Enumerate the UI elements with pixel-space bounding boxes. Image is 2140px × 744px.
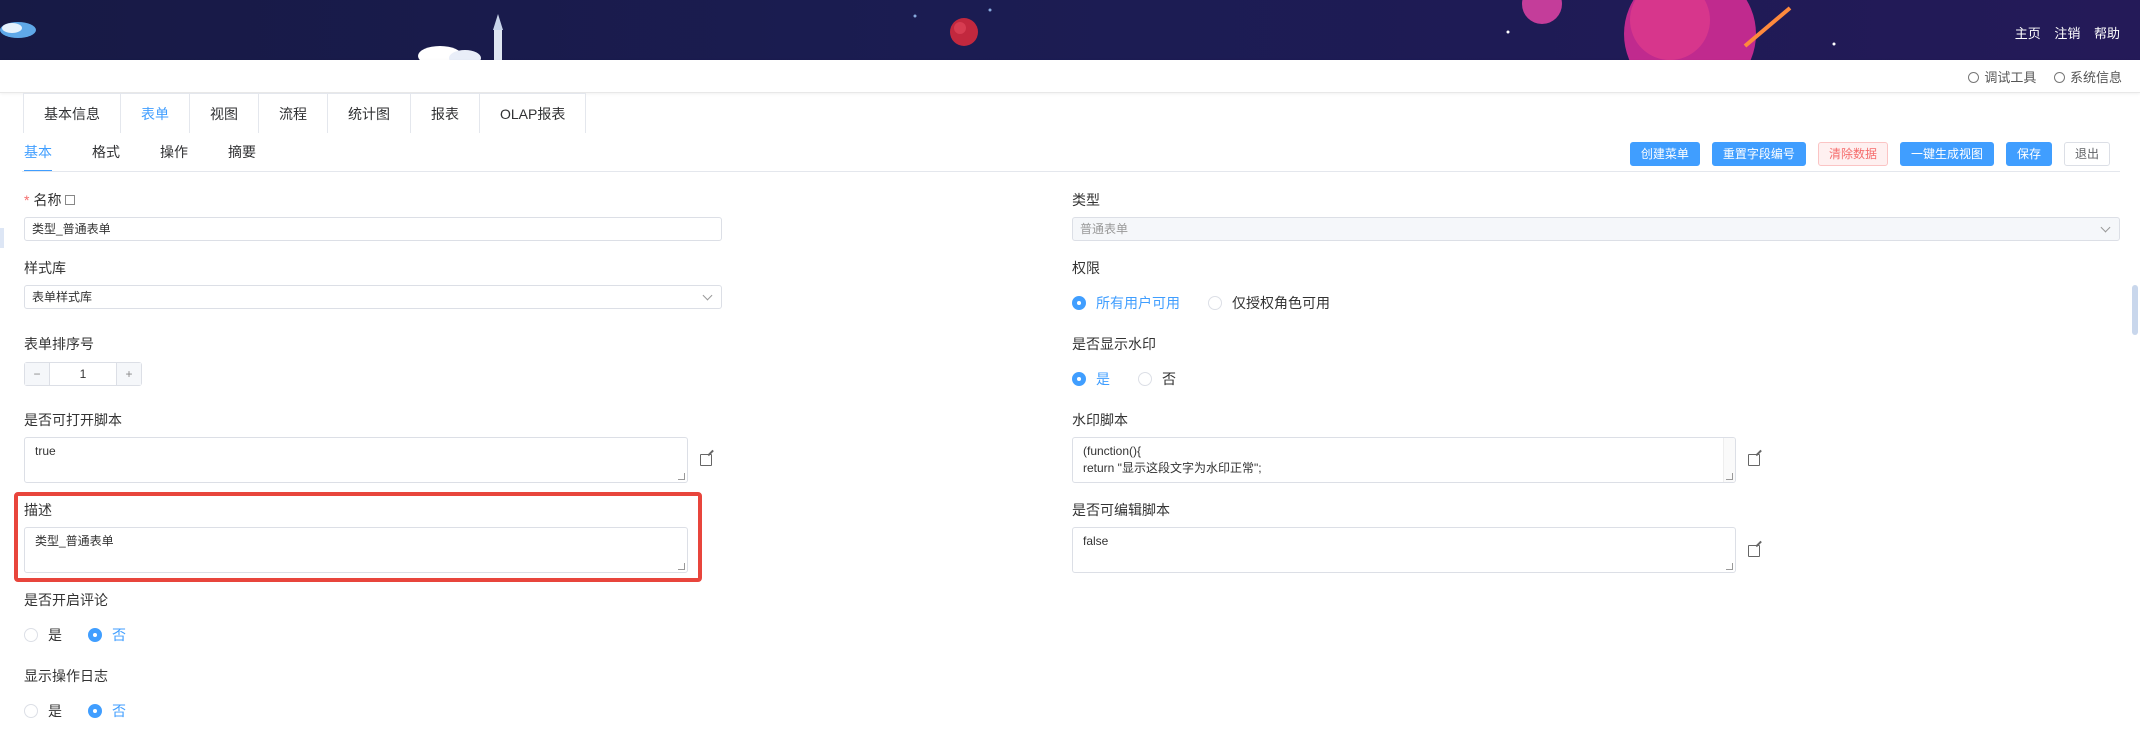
name-label-text: 名称 bbox=[33, 192, 62, 208]
tab-view[interactable]: 视图 bbox=[189, 93, 259, 133]
gear-icon bbox=[1968, 72, 1980, 83]
permission-all-label: 所有用户可用 bbox=[1096, 295, 1180, 311]
subtabs-divider bbox=[22, 171, 2120, 172]
left-edge-marker bbox=[0, 228, 4, 248]
edit-icon[interactable] bbox=[700, 454, 712, 466]
copy-icon[interactable] bbox=[65, 195, 76, 205]
permission-role-label: 仅授权角色可用 bbox=[1232, 295, 1330, 311]
sub-tabs: 基本 格式 操作 摘要 bbox=[24, 133, 296, 172]
save-button[interactable]: 保存 bbox=[2005, 142, 2052, 166]
subtab-format[interactable]: 格式 bbox=[92, 133, 120, 172]
tab-form[interactable]: 表单 bbox=[120, 93, 190, 133]
edit-script-textarea[interactable]: false bbox=[1072, 527, 1736, 573]
page-scrollbar[interactable] bbox=[2132, 285, 2138, 335]
sort-stepper: − 1 + bbox=[24, 362, 142, 386]
tab-olap-report[interactable]: OLAP报表 bbox=[479, 93, 587, 133]
type-label: 类型 bbox=[1072, 192, 1100, 208]
radio-circle-icon bbox=[1138, 372, 1152, 386]
main-tabs: 基本信息 表单 视图 流程 统计图 报表 OLAP报表 bbox=[23, 93, 587, 133]
type-value: 普通表单 bbox=[1080, 222, 1129, 236]
comment-yes-radio[interactable]: 是 bbox=[24, 625, 62, 645]
chevron-down-icon bbox=[2100, 222, 2111, 233]
name-input[interactable]: 类型_普通表单 bbox=[24, 217, 722, 241]
subtab-summary[interactable]: 摘要 bbox=[228, 133, 256, 172]
chevron-down-icon bbox=[702, 290, 713, 301]
tab-report[interactable]: 报表 bbox=[410, 93, 480, 133]
type-select[interactable]: 普通表单 bbox=[1072, 217, 2120, 241]
sort-value-input[interactable]: 1 bbox=[49, 363, 117, 385]
open-script-value: true bbox=[35, 444, 56, 458]
radio-checked-icon bbox=[1072, 372, 1086, 386]
watermark-label: 是否显示水印 bbox=[1072, 336, 1156, 352]
resize-handle-icon[interactable] bbox=[1726, 473, 1733, 480]
create-menu-button[interactable]: 创建菜单 bbox=[1629, 142, 1700, 166]
resize-handle-icon[interactable] bbox=[1726, 563, 1733, 570]
radio-checked-icon bbox=[1072, 296, 1086, 310]
radio-circle-icon bbox=[1208, 296, 1222, 310]
home-link[interactable]: 主页 bbox=[2015, 26, 2041, 41]
open-script-label: 是否可打开脚本 bbox=[24, 412, 122, 428]
radio-checked-icon bbox=[88, 704, 102, 718]
watermark-script-value: (function(){ return "显示这段文字为水印正常"; bbox=[1083, 444, 1262, 475]
banner-artwork bbox=[0, 0, 1836, 60]
oplog-yes-label: 是 bbox=[48, 703, 62, 719]
tab-chart[interactable]: 统计图 bbox=[327, 93, 411, 133]
edit-script-value: false bbox=[1083, 534, 1109, 548]
system-info-label: 系统信息 bbox=[2069, 70, 2122, 85]
clear-data-button[interactable]: 清除数据 bbox=[1817, 142, 1888, 166]
logout-link[interactable]: 注销 bbox=[2054, 26, 2080, 41]
watermark-no-radio[interactable]: 否 bbox=[1138, 369, 1176, 389]
style-lib-label: 样式库 bbox=[24, 260, 66, 276]
comment-no-label: 否 bbox=[112, 627, 126, 643]
edit-icon[interactable] bbox=[1748, 545, 1760, 557]
subtab-basic[interactable]: 基本 bbox=[24, 133, 52, 172]
tab-flow[interactable]: 流程 bbox=[258, 93, 328, 133]
radio-circle-icon bbox=[24, 704, 38, 718]
exit-button[interactable]: 退出 bbox=[2063, 142, 2110, 166]
edit-icon[interactable] bbox=[1748, 454, 1760, 466]
watermark-yes-label: 是 bbox=[1096, 371, 1110, 387]
edit-script-label: 是否可编辑脚本 bbox=[1072, 502, 1170, 518]
oplog-no-radio[interactable]: 否 bbox=[88, 701, 126, 721]
open-script-textarea[interactable]: true bbox=[24, 437, 688, 483]
settings-icon bbox=[2053, 72, 2065, 83]
radio-checked-icon bbox=[88, 628, 102, 642]
desc-textarea[interactable]: 类型_普通表单 bbox=[24, 527, 688, 573]
resize-handle-icon[interactable] bbox=[678, 473, 685, 480]
comment-yes-label: 是 bbox=[48, 627, 62, 643]
system-info-button[interactable]: 系统信息 bbox=[2053, 70, 2122, 85]
watermark-no-label: 否 bbox=[1162, 371, 1176, 387]
action-bar: 创建菜单 重置字段编号 清除数据 一键生成视图 保存 退出 bbox=[1618, 142, 2110, 166]
desc-value: 类型_普通表单 bbox=[35, 534, 114, 548]
decrement-button[interactable]: − bbox=[25, 363, 49, 385]
generate-view-button[interactable]: 一键生成视图 bbox=[1899, 142, 1994, 166]
permission-all-radio[interactable]: 所有用户可用 bbox=[1072, 293, 1180, 313]
subtab-operation[interactable]: 操作 bbox=[160, 133, 188, 172]
oplog-no-label: 否 bbox=[112, 703, 126, 719]
radio-circle-icon bbox=[24, 628, 38, 642]
tool-bar: 调试工具 系统信息 bbox=[0, 60, 2140, 93]
style-lib-value: 表单样式库 bbox=[32, 290, 93, 304]
oplog-yes-radio[interactable]: 是 bbox=[24, 701, 62, 721]
watermark-script-label: 水印脚本 bbox=[1072, 412, 1128, 428]
resize-handle-icon[interactable] bbox=[678, 563, 685, 570]
top-banner: 主页 注销 帮助 bbox=[0, 0, 2140, 60]
watermark-yes-radio[interactable]: 是 bbox=[1072, 369, 1110, 389]
help-link[interactable]: 帮助 bbox=[2094, 26, 2120, 41]
oplog-label: 显示操作日志 bbox=[24, 668, 108, 684]
comment-label: 是否开启评论 bbox=[24, 592, 108, 608]
permission-label: 权限 bbox=[1072, 260, 1100, 276]
style-lib-select[interactable]: 表单样式库 bbox=[24, 285, 722, 309]
watermark-script-textarea[interactable]: (function(){ return "显示这段文字为水印正常"; bbox=[1072, 437, 1736, 483]
debug-tools-label: 调试工具 bbox=[1984, 70, 2037, 85]
increment-button[interactable]: + bbox=[117, 363, 141, 385]
debug-tools-button[interactable]: 调试工具 bbox=[1968, 70, 2036, 85]
comment-no-radio[interactable]: 否 bbox=[88, 625, 126, 645]
sort-label: 表单排序号 bbox=[24, 336, 94, 352]
tab-basic-info[interactable]: 基本信息 bbox=[23, 93, 121, 133]
reset-field-number-button[interactable]: 重置字段编号 bbox=[1711, 142, 1806, 166]
name-label: * 名称 bbox=[24, 190, 76, 210]
desc-label: 描述 bbox=[24, 502, 52, 518]
permission-role-radio[interactable]: 仅授权角色可用 bbox=[1208, 293, 1330, 313]
